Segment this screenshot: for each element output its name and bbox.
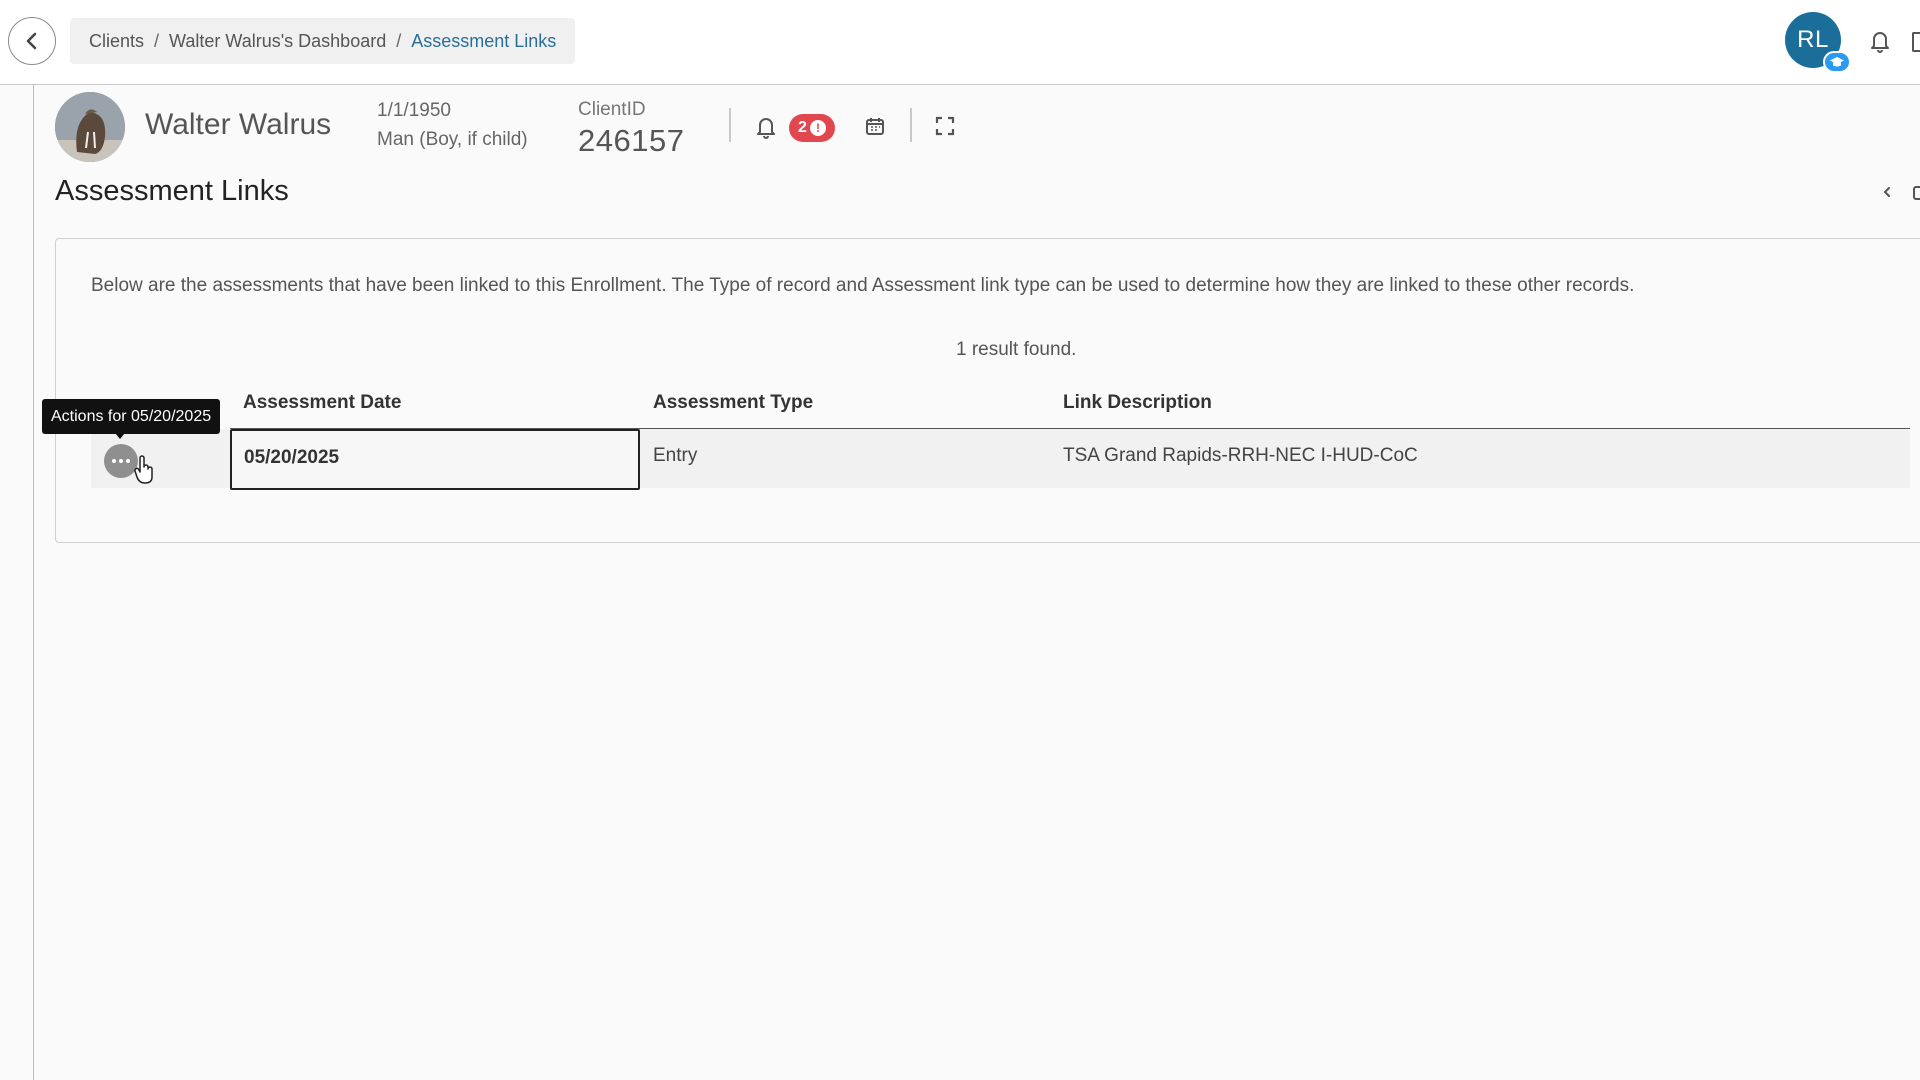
divider bbox=[729, 108, 731, 142]
back-button[interactable] bbox=[8, 17, 56, 65]
exclamation-icon: ! bbox=[809, 120, 826, 136]
alert-count-badge[interactable]: 2 ! bbox=[789, 114, 835, 142]
dot bbox=[119, 459, 123, 463]
breadcrumb: Clients / Walter Walrus's Dashboard / As… bbox=[70, 18, 576, 64]
breadcrumb-separator: / bbox=[396, 30, 402, 51]
actions-tooltip: Actions for 05/20/2025 bbox=[42, 399, 221, 434]
dot bbox=[126, 459, 130, 463]
left-rail bbox=[0, 0, 34, 1080]
bell-icon[interactable] bbox=[755, 115, 777, 139]
breadcrumb-current: Assessment Links bbox=[411, 30, 557, 51]
assessment-date-value: 05/20/2025 bbox=[244, 447, 340, 468]
hand-cursor-icon bbox=[134, 455, 153, 484]
breadcrumb-dashboard[interactable]: Walter Walrus's Dashboard bbox=[169, 31, 386, 52]
assessment-links-panel: Below are the assessments that have been… bbox=[55, 238, 1920, 543]
client-avatar bbox=[55, 92, 125, 162]
assessment-date-cell[interactable]: 05/20/2025 bbox=[230, 429, 640, 490]
graduation-cap-icon bbox=[1823, 51, 1851, 73]
tooltip-arrow bbox=[115, 433, 125, 439]
top-bar: Clients / Walter Walrus's Dashboard / As… bbox=[0, 0, 1920, 85]
client-header: Walter Walrus 1/1/1950 Man (Boy, if chil… bbox=[55, 92, 1915, 172]
chevron-left-icon[interactable] bbox=[1880, 183, 1894, 201]
divider bbox=[910, 108, 912, 142]
client-id-label: ClientID bbox=[578, 99, 646, 120]
panel-icon[interactable] bbox=[1912, 32, 1920, 52]
column-header-assessment-date[interactable]: Assessment Date bbox=[243, 392, 401, 414]
page-title: Assessment Links bbox=[55, 175, 289, 207]
dot bbox=[112, 459, 116, 463]
client-id-value: 246157 bbox=[578, 123, 685, 158]
assessment-type-cell: Entry bbox=[653, 445, 698, 466]
expand-icon[interactable] bbox=[935, 116, 955, 136]
client-name: Walter Walrus bbox=[145, 108, 332, 141]
results-count: 1 result found. bbox=[956, 339, 1077, 360]
link-description-cell: TSA Grand Rapids-RRH-NEC I-HUD-CoC bbox=[1063, 445, 1418, 466]
client-dob: 1/1/1950 bbox=[377, 100, 451, 121]
breadcrumb-separator: / bbox=[154, 30, 160, 51]
breadcrumb-clients[interactable]: Clients bbox=[89, 31, 144, 52]
column-header-assessment-type[interactable]: Assessment Type bbox=[653, 392, 813, 414]
column-header-link-description[interactable]: Link Description bbox=[1063, 392, 1212, 414]
calendar-icon[interactable] bbox=[865, 116, 885, 136]
client-gender: Man (Boy, if child) bbox=[377, 129, 528, 150]
print-icon[interactable] bbox=[1912, 183, 1920, 203]
chevron-left-icon bbox=[26, 32, 37, 50]
intro-text: Below are the assessments that have been… bbox=[91, 275, 1635, 296]
bell-icon[interactable] bbox=[1868, 28, 1892, 54]
alert-count: 2 bbox=[798, 119, 807, 136]
